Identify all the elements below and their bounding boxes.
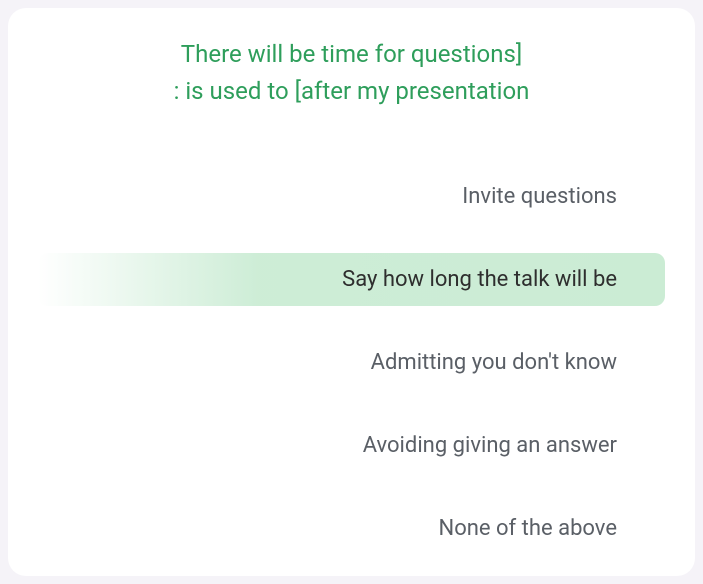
option-label: Admitting you don't know — [371, 350, 617, 375]
option-3[interactable]: Admitting you don't know — [38, 336, 665, 389]
question-text: There will be time for questions] : is u… — [38, 36, 665, 110]
option-label: Say how long the talk will be — [342, 267, 617, 292]
option-1[interactable]: Invite questions — [38, 170, 665, 223]
option-5[interactable]: None of the above — [38, 502, 665, 555]
option-4[interactable]: Avoiding giving an answer — [38, 419, 665, 472]
question-line-1: There will be time for questions] — [181, 40, 522, 68]
quiz-card: There will be time for questions] : is u… — [8, 8, 695, 576]
option-label: None of the above — [439, 516, 618, 541]
option-label: Invite questions — [462, 184, 617, 209]
question-line-2: : is used to [after my presentation — [174, 77, 530, 105]
option-2[interactable]: Say how long the talk will be — [38, 253, 665, 306]
option-label: Avoiding giving an answer — [363, 433, 617, 458]
options-list: Invite questions Say how long the talk w… — [38, 170, 665, 555]
